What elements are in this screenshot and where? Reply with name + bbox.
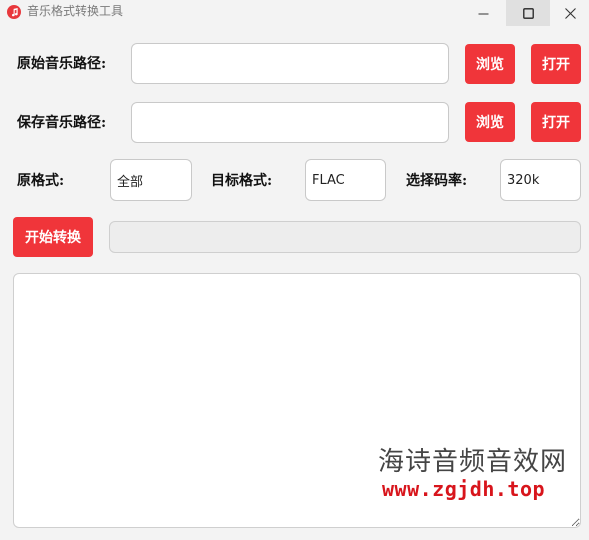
source-browse-button[interactable]: 浏览 [465,44,515,84]
bitrate-value: 320k [507,172,540,188]
music-note-icon [7,5,21,19]
window-title: 音乐格式转换工具 [27,4,124,18]
save-open-button[interactable]: 打开 [531,102,581,142]
app-window: 音乐格式转换工具 原始音乐路径: 浏览 打开 保存音乐路径: 浏览 打开 原格式… [0,0,589,540]
bitrate-select[interactable]: 320k [500,159,581,201]
watermark-url: www.zgjdh.top [382,477,546,501]
start-convert-button[interactable]: 开始转换 [13,217,93,257]
source-format-select[interactable]: 全部 [110,159,192,201]
source-open-button[interactable]: 打开 [531,44,581,84]
save-path-label: 保存音乐路径: [17,115,107,131]
source-path-label: 原始音乐路径: [17,56,107,72]
target-format-select[interactable]: FLAC [305,159,386,201]
bitrate-label: 选择码率: [406,173,468,189]
target-format-value: FLAC [312,172,345,188]
target-format-label: 目标格式: [211,173,273,189]
close-icon [564,7,576,19]
minimize-button[interactable] [461,0,505,26]
save-path-input[interactable] [131,102,449,143]
maximize-button[interactable] [506,0,550,26]
watermark-site-name: 海诗音频音效网 [378,447,568,477]
source-format-value: 全部 [117,174,144,190]
save-browse-button[interactable]: 浏览 [465,102,515,142]
source-format-label: 原格式: [17,173,65,189]
minimize-icon [478,13,488,14]
source-path-input[interactable] [131,43,449,84]
maximize-icon [522,7,534,19]
title-bar: 音乐格式转换工具 [0,0,589,26]
close-button[interactable] [551,0,589,26]
conversion-progress-bar [109,221,581,253]
